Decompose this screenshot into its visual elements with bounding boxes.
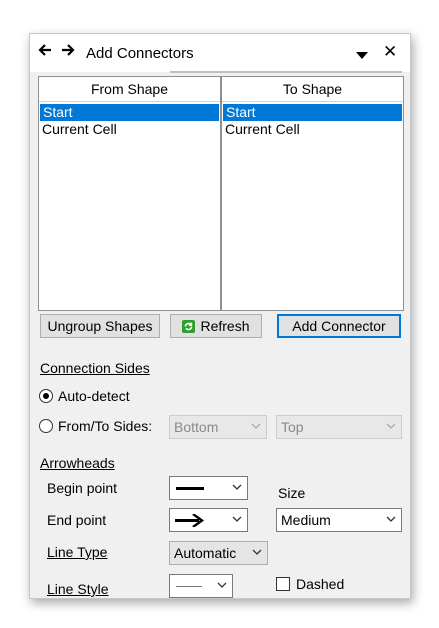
size-label: Size xyxy=(278,485,306,501)
title-bar: Add Connectors ✕ xyxy=(30,34,410,73)
from-side-value: Bottom xyxy=(174,419,219,435)
line-type-select[interactable]: Automatic xyxy=(169,541,268,565)
arrow-line-icon xyxy=(175,514,205,527)
chevron-down-icon xyxy=(232,484,242,490)
line-type-label: Line Type xyxy=(47,544,108,560)
refresh-icon xyxy=(182,317,196,333)
list-item[interactable]: Current Cell xyxy=(39,121,220,138)
end-point-label: End point xyxy=(47,512,107,528)
auto-detect-radio[interactable] xyxy=(39,389,53,403)
add-connectors-panel: Add Connectors ✕ From Shape Start Curren… xyxy=(29,33,411,599)
chevron-down-icon xyxy=(232,516,242,522)
close-icon[interactable]: ✕ xyxy=(383,43,397,60)
refresh-label: Refresh xyxy=(200,318,250,334)
dashed-checkbox[interactable] xyxy=(276,577,290,591)
chevron-down-icon xyxy=(251,423,261,429)
end-point-select[interactable] xyxy=(169,508,248,532)
ungroup-shapes-button[interactable]: Ungroup Shapes xyxy=(40,314,160,338)
line-type-value: Automatic xyxy=(174,545,237,561)
dropdown-triangle-icon[interactable] xyxy=(356,47,368,63)
auto-detect-label: Auto-detect xyxy=(58,388,130,404)
thin-line-icon xyxy=(176,586,202,587)
from-shape-header: From Shape xyxy=(39,77,220,102)
begin-point-select[interactable] xyxy=(169,476,248,500)
arrowheads-heading: Arrowheads xyxy=(40,455,115,471)
to-shape-list[interactable]: To Shape Start Current Cell xyxy=(221,76,404,311)
begin-point-label: Begin point xyxy=(47,480,118,496)
chevron-down-icon xyxy=(386,516,396,522)
connection-sides-heading: Connection Sides xyxy=(40,360,150,376)
panel-title: Add Connectors xyxy=(86,45,194,62)
line-style-label: Line Style xyxy=(47,581,109,597)
add-connector-button[interactable]: Add Connector xyxy=(277,314,401,338)
refresh-button[interactable]: Refresh xyxy=(170,314,262,338)
plain-line-icon xyxy=(176,487,204,490)
from-side-select[interactable]: Bottom xyxy=(169,415,267,439)
arrow-size-select[interactable]: Medium xyxy=(276,508,402,532)
from-to-sides-radio[interactable] xyxy=(39,419,53,433)
from-shape-list[interactable]: From Shape Start Current Cell xyxy=(38,76,221,311)
chevron-down-icon xyxy=(252,549,262,555)
arrow-right-icon[interactable] xyxy=(61,43,77,59)
dashed-label: Dashed xyxy=(296,576,345,592)
to-side-value: Top xyxy=(281,419,304,435)
line-style-select[interactable] xyxy=(169,574,233,598)
title-divider xyxy=(170,71,402,73)
from-to-sides-label: From/To Sides: xyxy=(58,418,153,434)
to-shape-header: To Shape xyxy=(222,77,403,102)
to-side-select[interactable]: Top xyxy=(276,415,402,439)
chevron-down-icon xyxy=(217,582,227,588)
chevron-down-icon xyxy=(386,423,396,429)
arrow-left-icon[interactable] xyxy=(38,43,54,59)
list-item[interactable]: Start xyxy=(223,104,402,121)
list-item[interactable]: Current Cell xyxy=(222,121,403,138)
arrow-size-value: Medium xyxy=(281,512,331,528)
list-item[interactable]: Start xyxy=(40,104,219,121)
